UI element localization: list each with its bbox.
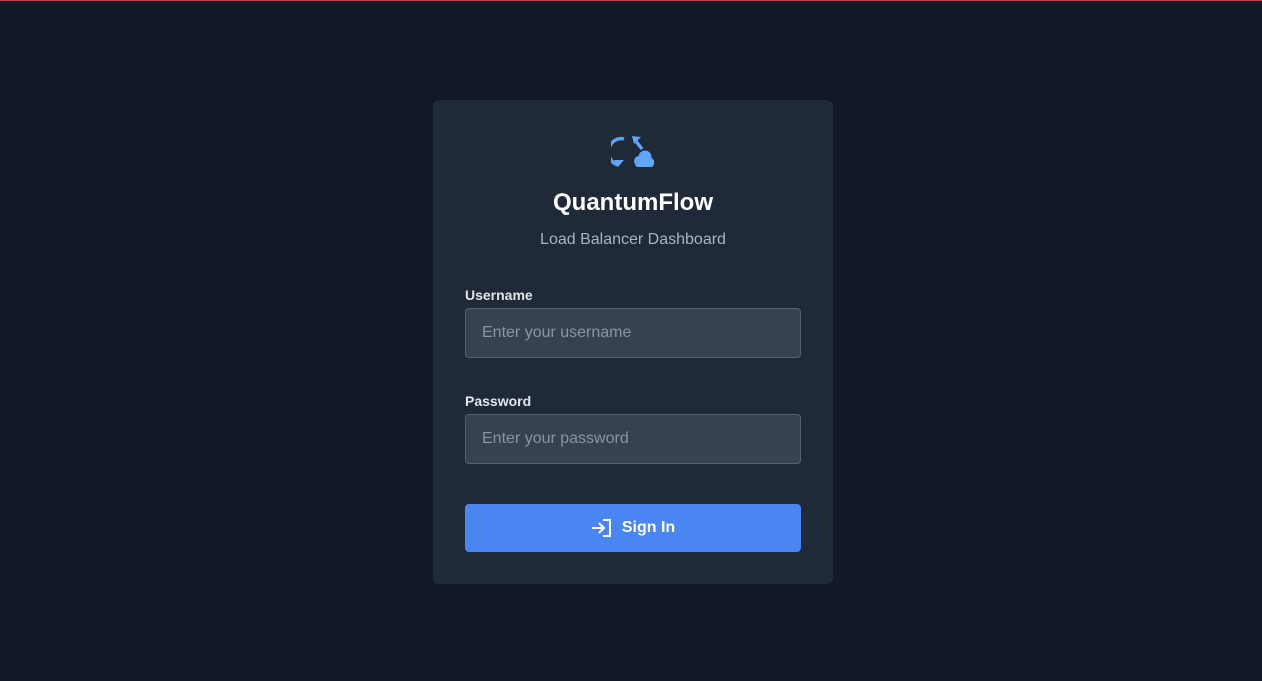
sync-cloud-icon — [606, 134, 655, 170]
login-card: QuantumFlow Load Balancer Dashboard User… — [433, 100, 833, 584]
username-label: Username — [465, 287, 533, 303]
top-border-line — [0, 0, 1262, 1]
sign-in-button[interactable]: Sign In — [465, 504, 801, 552]
app-title: QuantumFlow — [553, 189, 713, 216]
sign-in-icon — [591, 518, 613, 538]
password-label: Password — [465, 393, 532, 409]
username-input[interactable] — [465, 308, 801, 358]
sign-in-label: Sign In — [621, 519, 676, 536]
password-input[interactable] — [465, 414, 801, 464]
app-subtitle: Load Balancer Dashboard — [540, 231, 726, 248]
